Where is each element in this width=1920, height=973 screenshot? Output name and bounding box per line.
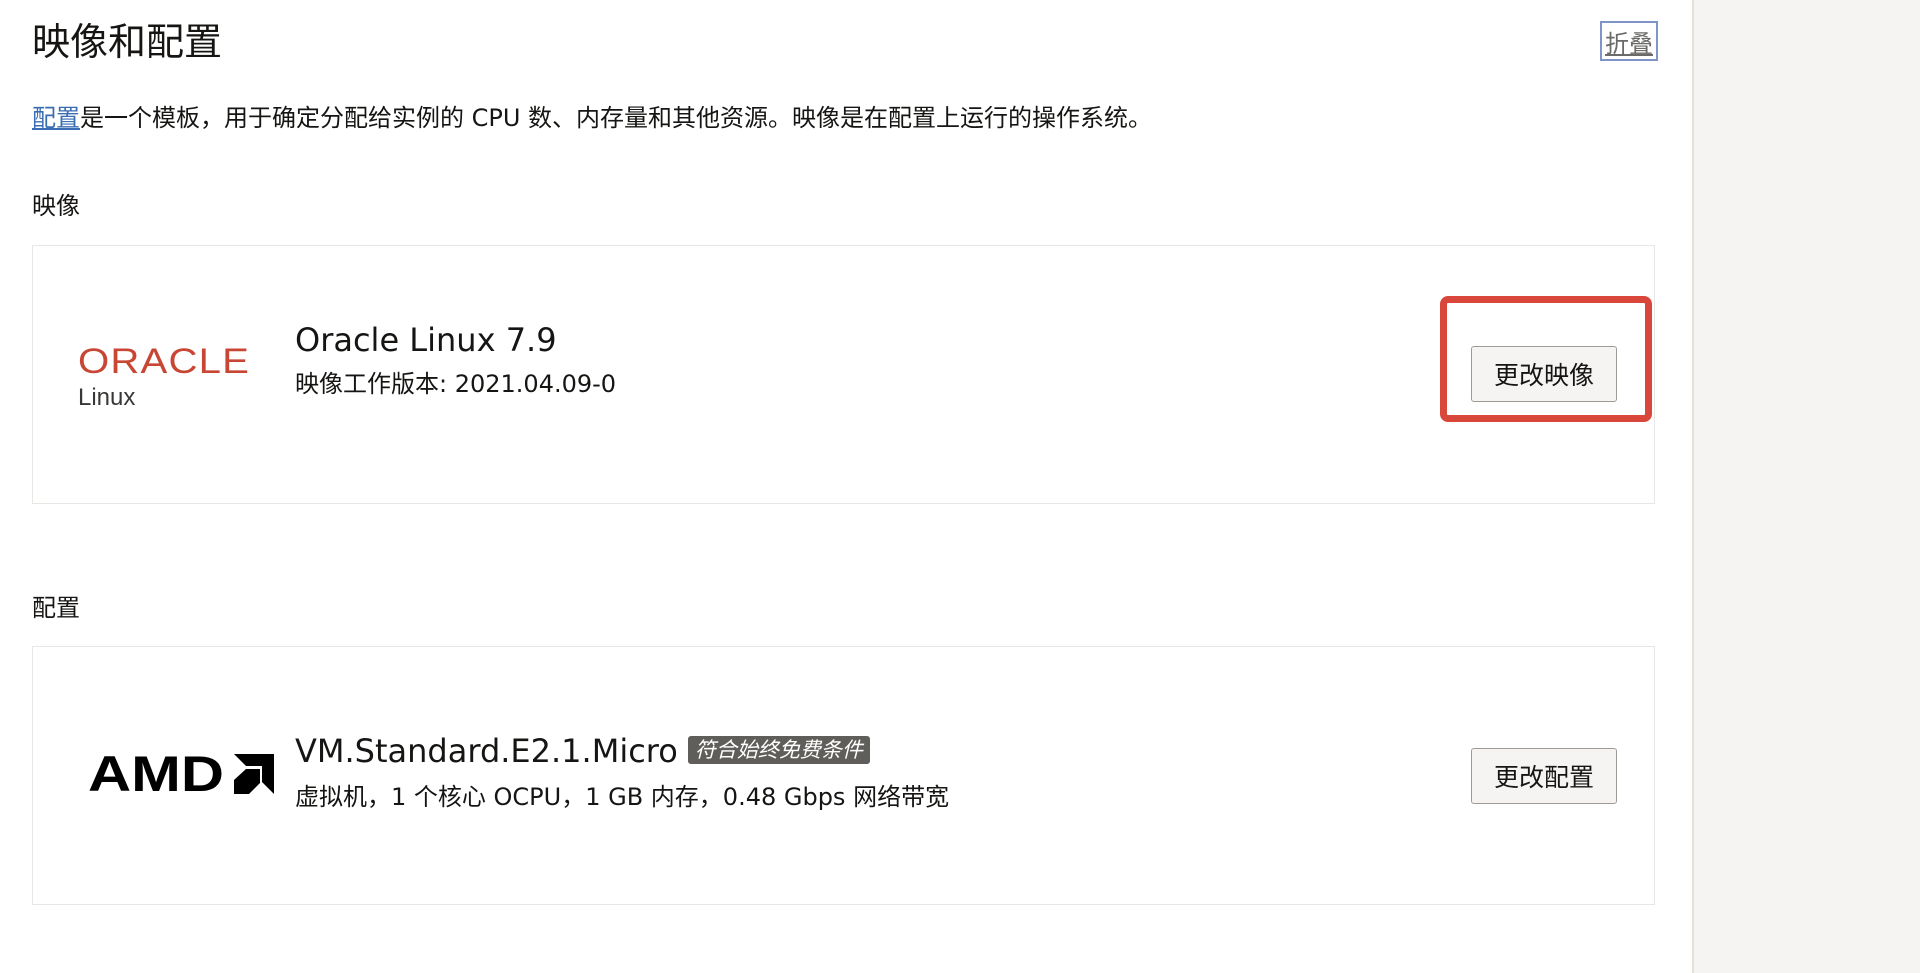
image-title: Oracle Linux 7.9 (295, 321, 557, 359)
change-shape-button[interactable]: 更改配置 (1471, 748, 1617, 804)
image-card: ORACLE Linux Oracle Linux 7.9 映像工作版本: 20… (32, 245, 1655, 504)
main-content: 映像和配置 折叠 配置是一个模板，用于确定分配给实例的 CPU 数、内存量和其他… (0, 0, 1692, 973)
collapse-link-label[interactable]: 折叠 (1605, 24, 1653, 59)
oracle-wordmark-icon: ORACLE (78, 346, 250, 378)
shape-title: VM.Standard.E2.1.Micro (295, 732, 678, 770)
shape-heading: 配置 (32, 594, 80, 622)
amd-arrow-base-icon (234, 769, 260, 794)
collapse-link[interactable]: 折叠 (1600, 21, 1658, 61)
shape-help-link[interactable]: 配置 (32, 104, 80, 132)
section-description: 配置是一个模板，用于确定分配给实例的 CPU 数、内存量和其他资源。映像是在配置… (32, 100, 1152, 136)
image-build: 映像工作版本: 2021.04.09-0 (295, 370, 617, 398)
shape-specs: 虚拟机，1 个核心 OCPU，1 GB 内存，0.48 Gbps 网络带宽 (295, 783, 950, 811)
oracle-wordmark-text: ORACLE (78, 346, 250, 378)
amd-wordmark-text: AMD (88, 751, 224, 797)
shape-title-row: VM.Standard.E2.1.Micro 符合始终免费条件 (295, 729, 870, 773)
change-image-button[interactable]: 更改映像 (1471, 346, 1617, 402)
amd-logo-icon: AMD (88, 746, 274, 802)
description-text: 是一个模板，用于确定分配给实例的 CPU 数、内存量和其他资源。映像是在配置上运… (80, 104, 1153, 132)
shape-card: AMD VM.Standard.E2.1.Micro 符合始终免费条件 虚拟机，1… (32, 646, 1655, 905)
section-title: 映像和配置 (32, 20, 223, 64)
oracle-linux-logo: ORACLE Linux (78, 346, 258, 416)
image-heading: 映像 (32, 192, 80, 220)
amd-logo: AMD (88, 746, 278, 802)
page: 映像和配置 折叠 配置是一个模板，用于确定分配给实例的 CPU 数、内存量和其他… (0, 0, 1920, 973)
oracle-logo-sub: Linux (78, 384, 136, 411)
always-free-badge: 符合始终免费条件 (687, 736, 870, 764)
right-side-panel (1692, 0, 1920, 973)
